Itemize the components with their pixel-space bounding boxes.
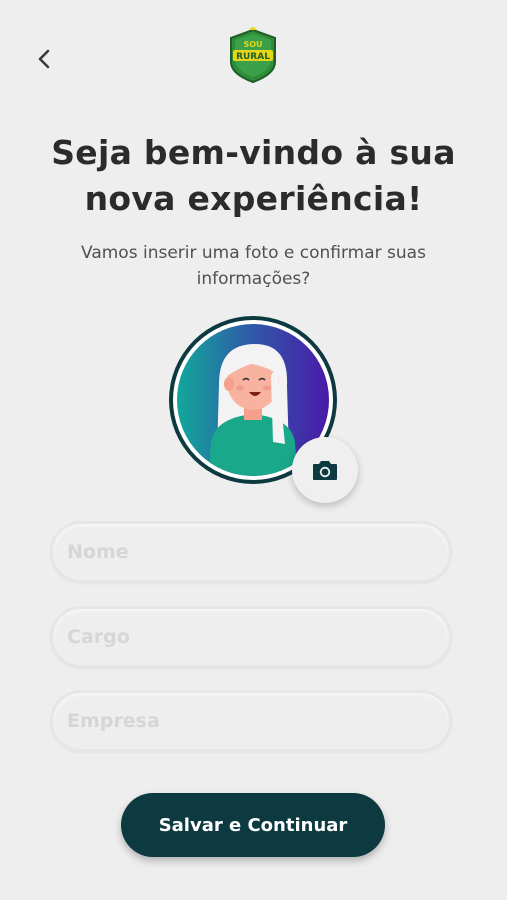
title-line-2: nova experiência! bbox=[84, 179, 423, 218]
sou-rural-logo: SOU RURAL bbox=[225, 26, 281, 84]
back-button[interactable] bbox=[30, 44, 58, 74]
save-and-continue-button[interactable]: Salvar e Continuar bbox=[121, 793, 385, 857]
camera-icon bbox=[313, 461, 337, 480]
name-field[interactable] bbox=[50, 521, 452, 583]
svg-text:RURAL: RURAL bbox=[236, 52, 270, 62]
svg-text:SOU: SOU bbox=[243, 40, 262, 49]
role-field[interactable] bbox=[50, 606, 452, 668]
chevron-left-icon bbox=[38, 49, 50, 69]
page-subtitle: Vamos inserir uma foto e confirmar suas … bbox=[81, 243, 426, 289]
title-line-1: Seja bem-vindo à sua bbox=[51, 133, 456, 172]
company-field[interactable] bbox=[50, 690, 452, 752]
change-photo-button[interactable] bbox=[292, 437, 358, 503]
page-title: Seja bem-vindo à sua nova experiência! bbox=[0, 130, 507, 222]
